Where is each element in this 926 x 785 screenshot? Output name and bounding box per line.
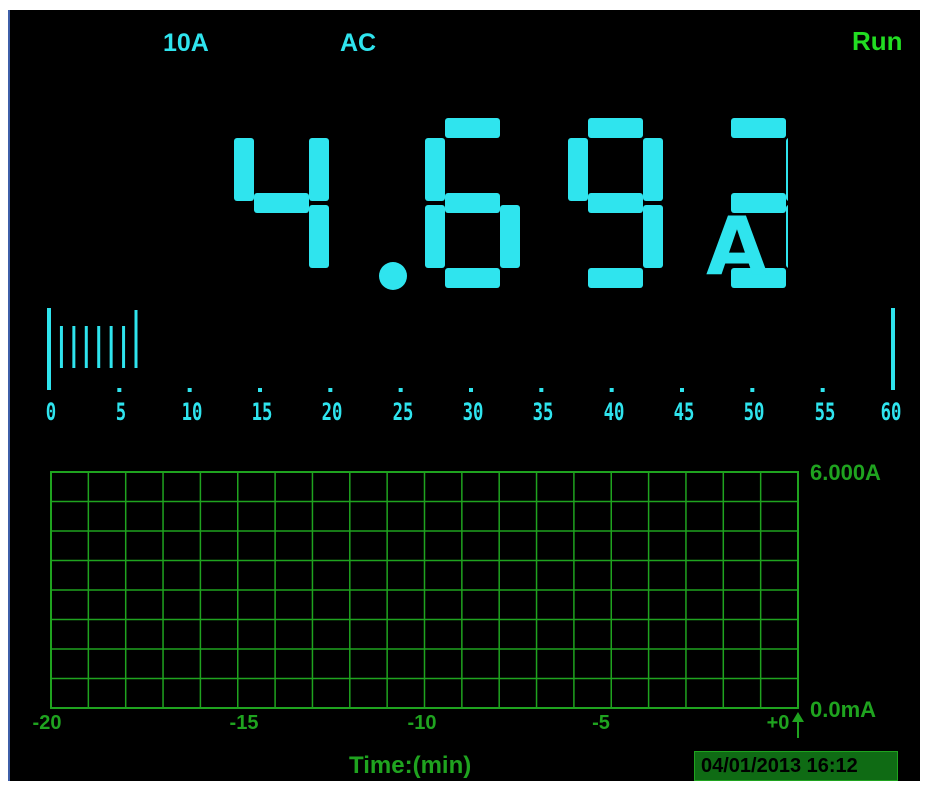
segment-e xyxy=(425,205,445,268)
trend-x-tick: -20 xyxy=(32,712,62,734)
scale-label: 15 xyxy=(251,398,273,426)
segment-c xyxy=(500,205,520,268)
time-axis-label: Time:(min) xyxy=(349,752,472,779)
scale-tick-dot xyxy=(539,388,544,392)
range-indicator: 10A xyxy=(163,29,209,57)
segment-d xyxy=(588,268,643,288)
segment-g xyxy=(254,193,309,213)
scale-label: 45 xyxy=(673,398,695,426)
scale-label: 50 xyxy=(743,398,765,426)
scale-label: 10 xyxy=(181,398,203,426)
segment-b xyxy=(786,138,788,201)
frame-bottom-border xyxy=(0,781,926,785)
decimal-point xyxy=(379,262,407,290)
scale-label: 40 xyxy=(603,398,625,426)
scale-label: 5 xyxy=(116,398,127,426)
segment-a xyxy=(731,118,786,138)
segment-g xyxy=(588,193,643,213)
segment-a xyxy=(445,118,500,138)
trend-x-tick: -5 xyxy=(592,712,610,734)
segment-g xyxy=(445,193,500,213)
segment-b xyxy=(643,138,663,201)
analog-bargraph xyxy=(47,308,895,392)
segment-a xyxy=(588,118,643,138)
segment-f xyxy=(425,138,445,201)
trend-y-max-label: 6.000A xyxy=(810,460,881,485)
digit-4 xyxy=(234,138,329,268)
segment-c xyxy=(643,205,663,268)
trend-y-min-label: 0.0mA xyxy=(810,697,877,722)
digit-6 xyxy=(425,118,520,288)
segment-f xyxy=(234,138,254,201)
datetime-box: 04/01/2013 16:12 xyxy=(694,751,898,781)
scale-label: 20 xyxy=(321,398,343,426)
scale-label: 30 xyxy=(462,398,484,426)
mode-indicator: AC xyxy=(340,29,377,57)
frame-top-border xyxy=(0,0,926,10)
segment-f xyxy=(568,138,588,201)
scale-label: 55 xyxy=(814,398,836,426)
scale-tick-dot xyxy=(258,388,262,392)
segment-d xyxy=(445,268,500,288)
scale-tick-dot xyxy=(609,388,614,392)
scale-label: 25 xyxy=(392,398,414,426)
segment-c xyxy=(309,205,329,268)
scale-tick-dot xyxy=(680,388,684,392)
main-reading xyxy=(234,118,788,290)
run-status: Run xyxy=(852,26,903,56)
digit-9 xyxy=(568,118,663,288)
scale-tick-dot xyxy=(469,388,473,392)
scale-label: 60 xyxy=(880,398,902,426)
multimeter-screen: 10A AC Run A 0 5 10 15 20 25 30 35 40 45 50 55 60 6.… xyxy=(0,0,926,785)
scale-tick-dot xyxy=(398,388,403,392)
segment-c xyxy=(786,205,788,268)
scale-tick-dot xyxy=(187,388,192,392)
segment-b xyxy=(309,138,329,201)
scale-tick-dot xyxy=(117,388,122,392)
trend-x-tick: +0 xyxy=(766,712,790,734)
scale-tick-dot xyxy=(328,388,333,392)
time-cursor-arrow-icon xyxy=(792,712,804,738)
scale-label: 35 xyxy=(532,398,554,426)
trend-x-tick: -15 xyxy=(229,712,259,734)
scale-tick-dot xyxy=(750,388,755,392)
bargraph-scale: 0 5 10 15 20 25 30 35 40 45 50 55 60 xyxy=(0,398,926,434)
trend-x-tick: -10 xyxy=(407,712,437,734)
unit-label: A xyxy=(706,200,768,293)
datetime-text: 04/01/2013 16:12 xyxy=(701,755,858,777)
scale-tick-dot xyxy=(820,388,825,392)
scale-label: 0 xyxy=(45,398,57,426)
